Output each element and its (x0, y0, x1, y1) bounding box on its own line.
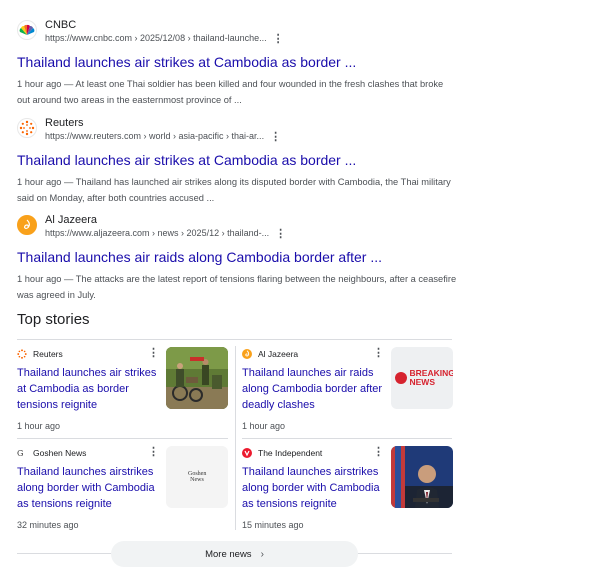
card-source-name: Reuters (33, 349, 63, 359)
top-story-card[interactable]: G Goshen News ⋮ Thailand launches airstr… (17, 446, 229, 541)
search-result: Reuters https://www.reuters.com › world … (17, 116, 457, 206)
result-title-link[interactable]: Thailand launches air strikes at Cambodi… (17, 150, 457, 170)
goshen-logo-text: Goshen News (188, 471, 207, 483)
card-timestamp: 32 minutes ago (17, 520, 79, 530)
search-result: Al Jazeera https://www.aljazeera.com › n… (17, 213, 457, 303)
more-options-icon[interactable]: ⋮ (148, 446, 159, 458)
more-options-icon[interactable]: ⋮ (373, 446, 384, 458)
card-timestamp: 1 hour ago (242, 421, 286, 431)
result-source-name: Reuters (45, 117, 84, 129)
more-options-icon[interactable]: ⋮ (275, 228, 286, 239)
result-snippet: 1 hour ago — Thailand has launched air s… (17, 177, 451, 203)
card-source-name: Al Jazeera (258, 349, 299, 359)
breaking-news-graphic[interactable]: BREAKING NEWS (391, 347, 453, 409)
aljazeera-icon (17, 215, 37, 235)
result-source-row[interactable]: Al Jazeera https://www.aljazeera.com › n… (17, 213, 457, 241)
svg-text:G: G (17, 449, 23, 458)
goshen-news-logo[interactable]: Goshen News (166, 446, 228, 508)
result-source-name: Al Jazeera (45, 214, 97, 226)
card-title-link[interactable]: Thailand launches airstrikes along borde… (17, 464, 159, 512)
breaking-news-text: BREAKING NEWS (409, 368, 454, 387)
aljazeera-logo-icon (394, 372, 407, 384)
top-stories-heading: Top stories (17, 311, 90, 328)
result-source-row[interactable]: CNBC https://www.cnbc.com › 2025/12/08 ›… (17, 18, 457, 46)
more-options-icon[interactable]: ⋮ (148, 347, 159, 359)
goshen-news-icon: G (17, 448, 27, 458)
more-options-icon[interactable]: ⋮ (373, 347, 384, 359)
card-title-link[interactable]: Thailand launches airstrikes along borde… (242, 464, 384, 512)
result-snippet: 1 hour ago — The attacks are the latest … (17, 274, 457, 300)
more-news-button[interactable]: More news › (111, 541, 358, 567)
aljazeera-icon (242, 349, 252, 359)
card-source-name: Goshen News (33, 448, 87, 458)
search-result: CNBC https://www.cnbc.com › 2025/12/08 ›… (17, 18, 457, 108)
result-url: https://www.cnbc.com › 2025/12/08 › thai… (45, 33, 267, 43)
result-title-link[interactable]: Thailand launches air raids along Cambod… (17, 247, 457, 267)
card-timestamp: 15 minutes ago (242, 520, 304, 530)
divider (17, 339, 452, 340)
result-url: https://www.reuters.com › world › asia-p… (45, 131, 265, 141)
more-news-label: More news (205, 548, 252, 560)
divider (235, 346, 236, 530)
card-title-link[interactable]: Thailand launches air raids along Cambod… (242, 365, 384, 413)
reuters-icon (17, 349, 27, 359)
reuters-icon (17, 118, 37, 138)
card-title-link[interactable]: Thailand launches air strikes at Cambodi… (17, 365, 159, 413)
result-source-name: CNBC (45, 19, 77, 31)
cnbc-peacock-icon (17, 20, 37, 40)
result-snippet: 1 hour ago — At least one Thai soldier h… (17, 79, 444, 105)
result-url: https://www.aljazeera.com › news › 2025/… (45, 228, 270, 238)
card-source-name: The Independent (258, 448, 323, 458)
more-options-icon[interactable]: ⋮ (270, 131, 281, 142)
result-source-row[interactable]: Reuters https://www.reuters.com › world … (17, 116, 457, 144)
result-title-link[interactable]: Thailand launches air strikes at Cambodi… (17, 52, 457, 72)
top-story-card[interactable]: The Independent ⋮ Thailand launches airs… (242, 446, 454, 541)
card-timestamp: 1 hour ago (17, 421, 61, 431)
more-options-icon[interactable]: ⋮ (273, 33, 284, 44)
chevron-right-icon: › (260, 548, 264, 560)
official-portrait-photo[interactable] (391, 446, 453, 508)
soldiers-photo[interactable] (166, 347, 228, 409)
top-story-card[interactable]: Al Jazeera ⋮ Thailand launches air raids… (242, 347, 454, 442)
independent-icon (242, 448, 252, 458)
top-story-card[interactable]: Reuters ⋮ Thailand launches air strikes … (17, 347, 229, 442)
